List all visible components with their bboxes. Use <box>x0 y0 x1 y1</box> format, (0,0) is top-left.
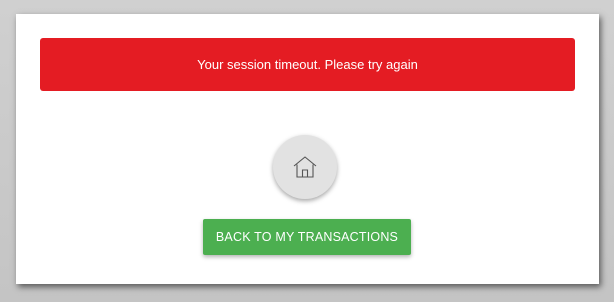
home-button[interactable] <box>273 135 337 199</box>
session-timeout-alert: Your session timeout. Please try again <box>40 38 575 91</box>
home-icon <box>291 154 319 180</box>
alert-message: Your session timeout. Please try again <box>197 57 418 72</box>
session-timeout-card: Your session timeout. Please try again B… <box>16 14 599 284</box>
back-to-transactions-button[interactable]: BACK TO MY TRANSACTIONS <box>203 219 411 255</box>
page-background: Your session timeout. Please try again B… <box>0 0 614 302</box>
